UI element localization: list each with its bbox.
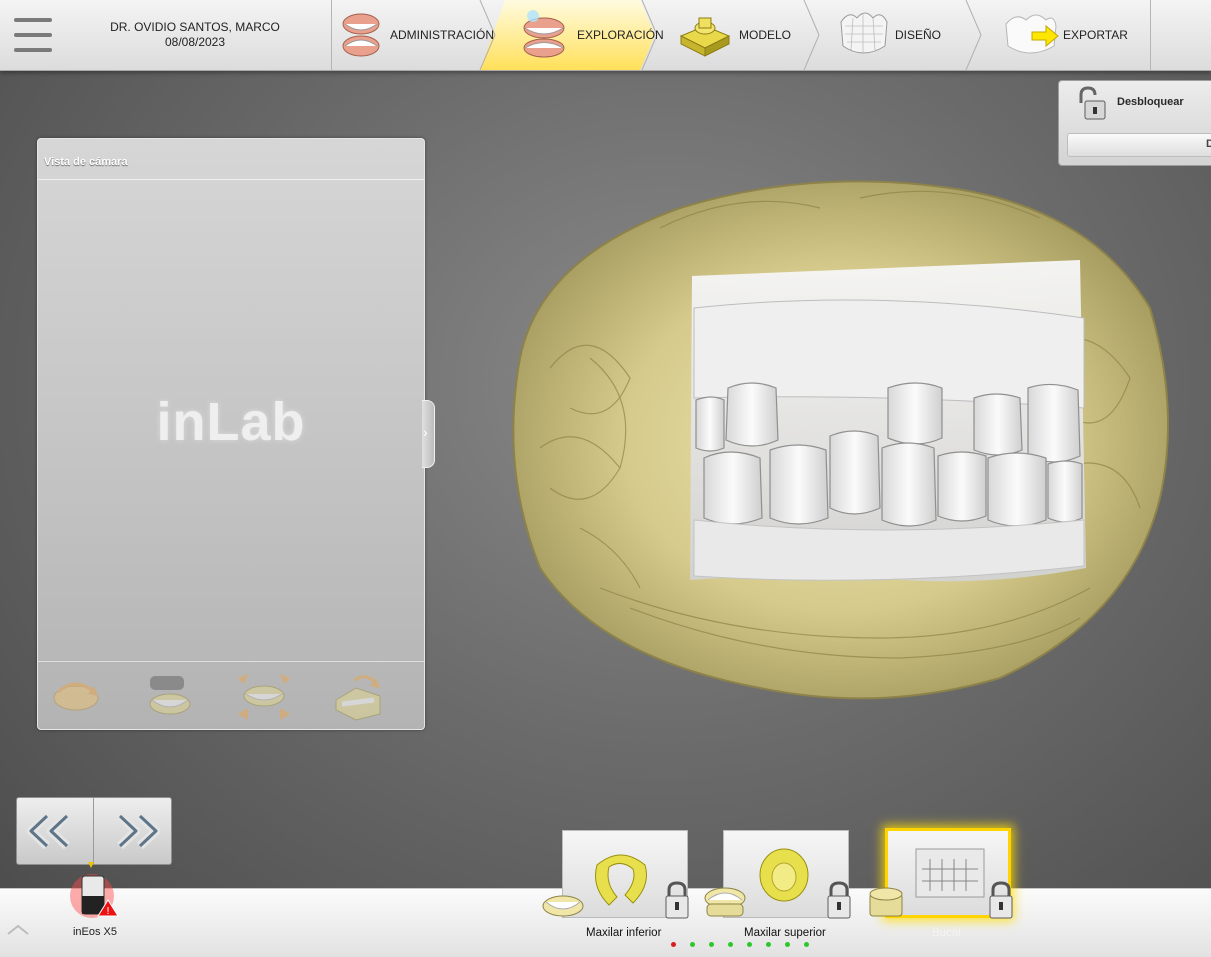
catalog-item-label: Bucal — [932, 927, 961, 939]
double-chevron-left-icon — [26, 812, 71, 850]
status-dot — [728, 942, 733, 947]
lock-icon[interactable] — [662, 880, 692, 922]
model-base-icon — [679, 17, 731, 57]
status-dot — [709, 942, 714, 947]
step-administracion[interactable]: ADMINISTRACIÓN — [335, 0, 494, 70]
camera-view-panel: Vista de cámara inLab — [37, 138, 425, 730]
step-label: EXPLORACIÓN — [577, 28, 664, 42]
status-dot — [671, 942, 676, 947]
step-label: ADMINISTRACIÓN — [390, 28, 495, 42]
step-chevron — [965, 0, 982, 70]
collapse-panel-tab[interactable]: › — [422, 400, 435, 468]
double-chevron-right-icon — [116, 812, 161, 850]
divider — [1150, 0, 1151, 70]
unlock-sub-button[interactable]: D — [1067, 133, 1211, 157]
export-crown-icon — [1005, 14, 1059, 54]
patient-date: 08/08/2023 — [164, 35, 226, 49]
catalog-item-label: Maxilar inferior — [586, 927, 662, 939]
chevron-right-icon: › — [423, 424, 428, 440]
upper-jaw-scan-icon — [759, 848, 809, 902]
status-dot — [690, 942, 695, 947]
lower-jaw-scan-icon — [595, 854, 647, 906]
unlock-icon[interactable] — [1073, 85, 1109, 123]
step-label: DISEÑO — [895, 28, 942, 42]
svg-text:!: ! — [106, 906, 110, 917]
unlock-sub-label: D — [1206, 138, 1211, 150]
buccal-scan-icon — [915, 848, 985, 898]
scanner-device-icon[interactable]: ! — [68, 862, 124, 922]
status-dot — [785, 942, 790, 947]
device-name: inEos X5 — [72, 926, 118, 938]
status-dot — [804, 942, 809, 947]
workflow-bar: DR. OVIDIO SANTOS, MARCO 08/08/2023 ADMI… — [0, 0, 1211, 71]
camera-panel-title: Vista de cámara — [44, 156, 128, 168]
step-modelo[interactable]: MODELO — [675, 0, 805, 70]
scan-3d-view[interactable] — [480, 168, 1180, 713]
lock-icon[interactable] — [824, 880, 854, 922]
jaw-toggle-icon[interactable] — [142, 670, 198, 722]
buccal-model-icon — [869, 887, 903, 917]
step-label: MODELO — [739, 28, 792, 42]
unlock-label[interactable]: Desbloquear — [1117, 96, 1184, 108]
status-dot — [766, 942, 771, 947]
buccal-view-icon[interactable] — [330, 670, 386, 722]
back-button[interactable] — [17, 798, 93, 864]
status-dot — [747, 942, 752, 947]
catalog-item-label: Maxilar superior — [744, 927, 826, 939]
dentures-icon — [342, 13, 380, 57]
unlock-panel: Desbloquear D — [1058, 80, 1211, 166]
divider — [331, 0, 332, 70]
divider — [38, 179, 424, 180]
lower-jaw-model-icon — [542, 895, 584, 917]
scan-dentures-icon — [523, 10, 565, 58]
navigation-buttons — [16, 797, 172, 865]
camera-toolbar — [38, 661, 424, 730]
step-chevron — [803, 0, 820, 70]
forward-button[interactable] — [94, 798, 170, 864]
menu-icon[interactable] — [12, 16, 54, 54]
patient-info: DR. OVIDIO SANTOS, MARCO 08/08/2023 — [70, 20, 320, 50]
step-exploracion[interactable]: EXPLORACIÓN — [515, 0, 664, 70]
lock-icon[interactable] — [986, 880, 1016, 922]
rotate-model-icon[interactable] — [48, 670, 104, 722]
step-diseno[interactable]: DISEÑO — [835, 0, 965, 70]
inlab-logo: inLab — [156, 392, 306, 452]
upper-jaw-model-icon — [704, 887, 746, 917]
crown-mesh-icon — [840, 12, 888, 54]
patient-name: DR. OVIDIO SANTOS, MARCO — [110, 20, 280, 34]
chevron-up-icon[interactable] — [6, 922, 30, 936]
step-exportar[interactable]: EXPORTAR — [1000, 0, 1150, 70]
step-label: EXPORTAR — [1063, 28, 1128, 42]
expand-arch-icon[interactable] — [236, 670, 292, 722]
